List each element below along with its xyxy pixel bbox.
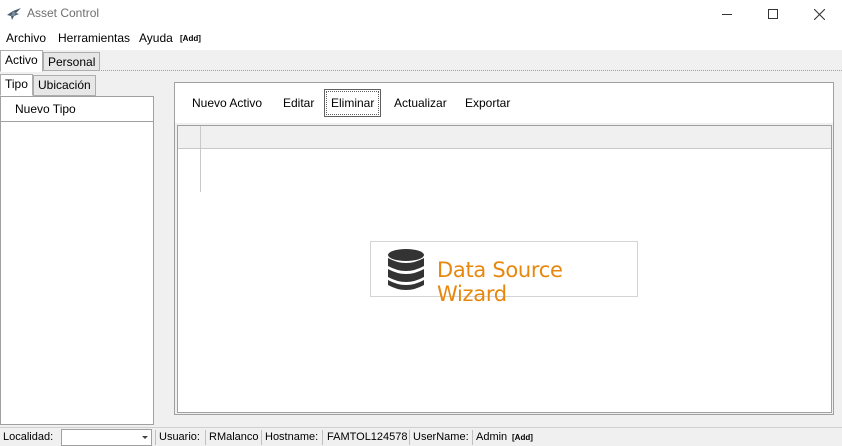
status-divider bbox=[155, 430, 156, 445]
hostname-label: Hostname: bbox=[265, 431, 319, 443]
menu-add-placeholder[interactable]: [Add] bbox=[180, 34, 201, 43]
grid-row-header-divider bbox=[200, 149, 201, 192]
tab-personal-label: Personal bbox=[48, 55, 96, 69]
wizard-label: Data Source Wizard bbox=[437, 258, 563, 306]
tab-tipo[interactable]: Tipo bbox=[0, 74, 33, 96]
tab-ubicacion[interactable]: Ubicación bbox=[33, 75, 96, 96]
status-bar: Localidad: Usuario: RMalanco Hostname: F… bbox=[0, 427, 842, 446]
close-button[interactable] bbox=[796, 0, 842, 28]
data-source-wizard[interactable]: Data Source Wizard bbox=[370, 241, 638, 306]
minimize-icon bbox=[722, 14, 732, 15]
app-bird-icon bbox=[7, 8, 21, 20]
tab-ubicacion-label: Ubicación bbox=[38, 78, 91, 92]
tab-activo[interactable]: Activo bbox=[0, 50, 43, 72]
tipo-list[interactable] bbox=[1, 121, 153, 424]
maximize-icon bbox=[768, 9, 778, 19]
status-divider bbox=[205, 430, 206, 445]
username-label: UserName: bbox=[413, 431, 469, 443]
status-divider bbox=[409, 430, 410, 445]
toolbar: Nuevo Activo Editar Eliminar Actualizar … bbox=[175, 83, 833, 123]
usuario-value: RMalanco bbox=[209, 431, 259, 443]
nuevo-activo-button[interactable]: Nuevo Activo bbox=[185, 89, 269, 117]
maximize-button[interactable] bbox=[750, 0, 796, 28]
window-title: Asset Control bbox=[27, 6, 100, 20]
status-divider bbox=[472, 430, 473, 445]
actualizar-button[interactable]: Actualizar bbox=[387, 89, 454, 117]
nuevo-tipo-button[interactable]: Nuevo Tipo bbox=[15, 102, 76, 116]
editar-button[interactable]: Editar bbox=[276, 89, 321, 117]
localidad-select[interactable] bbox=[61, 429, 152, 446]
hostname-value: FAMTOL124578 bbox=[327, 431, 408, 443]
tab-tipo-label: Tipo bbox=[5, 77, 28, 91]
tipo-panel: Nuevo Tipo bbox=[0, 96, 154, 425]
grid-corner-cell[interactable] bbox=[178, 126, 201, 149]
status-divider bbox=[322, 430, 323, 445]
menu-herramientas[interactable]: Herramientas bbox=[56, 31, 132, 45]
tab-personal[interactable]: Personal bbox=[43, 52, 101, 71]
menu-ayuda[interactable]: Ayuda bbox=[137, 31, 175, 45]
title-bar: Asset Control bbox=[0, 0, 842, 28]
eliminar-button[interactable]: Eliminar bbox=[324, 89, 382, 117]
exportar-button[interactable]: Exportar bbox=[458, 89, 517, 117]
database-icon bbox=[388, 249, 424, 290]
grid-header bbox=[178, 126, 831, 149]
top-tab-strip: Activo Personal bbox=[0, 50, 842, 72]
usuario-label: Usuario: bbox=[159, 431, 200, 443]
close-icon bbox=[813, 8, 825, 20]
minimize-button[interactable] bbox=[704, 0, 750, 28]
menu-archivo[interactable]: Archivo bbox=[4, 31, 48, 45]
chevron-down-icon[interactable] bbox=[142, 436, 148, 439]
tab-activo-label: Activo bbox=[5, 53, 38, 67]
status-divider bbox=[261, 430, 262, 445]
username-value: Admin bbox=[476, 431, 508, 443]
status-add-placeholder[interactable]: [Add] bbox=[512, 433, 533, 442]
menu-bar: Archivo Herramientas Ayuda [Add] bbox=[0, 28, 842, 50]
localidad-label: Localidad: bbox=[3, 431, 54, 443]
